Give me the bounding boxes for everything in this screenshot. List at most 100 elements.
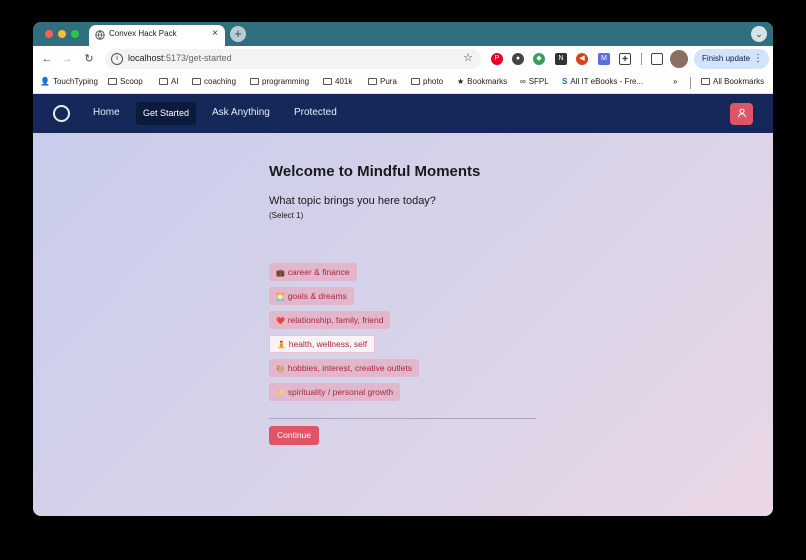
close-window-button[interactable] (45, 30, 53, 38)
topic-option-label: spirituality / personal growth (287, 387, 394, 397)
more-menu-icon[interactable]: ⋮ (753, 49, 763, 69)
app-navbar: Home Get Started Ask Anything Protected (33, 94, 773, 133)
topic-question: What topic brings you here today? (269, 195, 436, 207)
briefcase-icon: 💼 (276, 270, 285, 277)
address-bar[interactable]: i localhost:5173/get-started ☆ (105, 49, 481, 69)
folder-icon (411, 78, 420, 85)
new-tab-button[interactable]: + (230, 26, 246, 42)
green-extension-icon[interactable]: ◆ (533, 53, 545, 65)
topic-option-goals-dreams[interactable]: 🌅 goals & dreams (269, 287, 354, 305)
side-panel-icon[interactable] (651, 53, 663, 65)
folder-icon (250, 78, 259, 85)
bookmark-label: All Bookmarks (713, 77, 765, 86)
bookmark-item[interactable]: AI (159, 77, 179, 86)
bookmarks-bar: 👤 TouchTyping Scoop AI coaching programmi… (33, 72, 773, 94)
circle-extension-icon[interactable]: ● (512, 53, 524, 65)
folder-icon (323, 78, 332, 85)
s-logo-icon: S (562, 77, 568, 86)
sunrise-icon: 🌅 (276, 294, 285, 301)
user-icon (737, 109, 746, 118)
url-text[interactable]: localhost:5173/get-started (128, 53, 232, 63)
bookmark-star-icon[interactable]: ☆ (463, 51, 473, 64)
user-icon: 👤 (40, 77, 50, 86)
bookmark-item[interactable]: Pura (368, 77, 397, 86)
user-account-button[interactable] (730, 103, 753, 125)
nav-home[interactable]: Home (93, 107, 120, 118)
bookmark-label: photo (423, 77, 444, 86)
bookmark-label: AI (171, 77, 179, 86)
nav-protected[interactable]: Protected (294, 107, 337, 118)
finish-update-button[interactable]: Finish update ⋮ (694, 49, 769, 69)
toolbar-separator (641, 53, 642, 65)
browser-toolbar: ← → ↻ i localhost:5173/get-started ☆ P ●… (33, 46, 773, 72)
link-icon: ∞ (520, 77, 526, 86)
heart-icon: ❤️ (276, 318, 285, 325)
selection-hint: (Select 1) (269, 211, 304, 220)
reload-icon[interactable]: ↻ (81, 51, 97, 67)
bookmark-item[interactable]: 👤 TouchTyping (40, 77, 98, 86)
bookmark-item[interactable]: S All IT eBooks - Fre... (562, 77, 643, 86)
bookmark-item[interactable]: coaching (192, 77, 236, 86)
nav-ask-anything[interactable]: Ask Anything (212, 107, 270, 118)
bookmark-label: TouchTyping (52, 77, 98, 86)
url-path: :5173/get-started (163, 53, 232, 63)
bookmarks-overflow-icon[interactable]: » (673, 77, 677, 86)
topic-option-spirituality[interactable]: ✨ spirituality / personal growth (269, 383, 401, 401)
minimize-window-button[interactable] (58, 30, 66, 38)
star-icon: ★ (457, 77, 465, 86)
folder-icon (159, 78, 168, 85)
topic-option-label: relationship, family, friend (287, 315, 384, 325)
bookmark-label: SFPL (528, 77, 549, 86)
maximize-window-button[interactable] (71, 30, 79, 38)
forward-icon[interactable]: → (59, 51, 75, 67)
section-divider (269, 418, 536, 419)
topic-option-relationship[interactable]: ❤️ relationship, family, friend (269, 311, 391, 329)
topic-option-label: hobbies, interest, creative outlets (287, 363, 412, 373)
bookmark-label: Bookmarks (467, 77, 508, 86)
bookmark-label: coaching (204, 77, 237, 86)
megaphone-extension-icon[interactable]: ◀ (576, 53, 588, 65)
profile-avatar[interactable] (670, 50, 688, 68)
page-title: Welcome to Mindful Moments (269, 163, 481, 180)
bookmark-label: Scoop (120, 77, 143, 86)
pinterest-extension-icon[interactable]: P (491, 53, 503, 65)
tab-search-chevron-icon[interactable]: ⌄ (751, 26, 767, 42)
bookmark-item[interactable]: Scoop (108, 77, 143, 86)
app-logo-icon[interactable] (53, 105, 70, 122)
topic-option-hobbies[interactable]: 🎨 hobbies, interest, creative outlets (269, 359, 419, 377)
folder-icon (192, 78, 201, 85)
url-host: localhost (128, 53, 164, 63)
bookmark-item[interactable]: ∞ SFPL (520, 77, 549, 86)
bookmark-label: programming (262, 77, 310, 86)
notion-extension-icon[interactable]: N (555, 53, 567, 65)
topic-option-label: health, wellness, self (288, 339, 368, 349)
topic-option-label: career & finance (287, 267, 350, 277)
bookmarks-separator (690, 77, 691, 89)
continue-button[interactable]: Continue (269, 426, 319, 445)
back-icon[interactable]: ← (39, 51, 55, 67)
bookmark-item[interactable]: programming (250, 77, 309, 86)
tab-strip: Convex Hack Pack × + ⌄ (33, 22, 773, 46)
bookmark-item[interactable]: photo (411, 77, 443, 86)
browser-tab[interactable]: Convex Hack Pack × (89, 25, 225, 46)
finish-update-label: Finish update (702, 54, 751, 63)
palette-icon: 🎨 (276, 366, 285, 373)
bookmark-label: All IT eBooks - Fre... (570, 77, 644, 86)
browser-window: Convex Hack Pack × + ⌄ ← → ↻ i localhost… (33, 22, 773, 516)
sparkles-icon: ✨ (276, 390, 285, 397)
extensions-icon[interactable]: ✚ (619, 53, 631, 65)
site-info-icon[interactable]: i (111, 53, 123, 65)
topic-option-health-wellness[interactable]: 🧘 health, wellness, self (269, 335, 376, 353)
all-bookmarks-item[interactable]: All Bookmarks (701, 77, 764, 86)
bookmark-item[interactable]: 401k (323, 77, 352, 86)
tab-close-icon[interactable]: × (212, 28, 218, 39)
bookmark-item[interactable]: ★ Bookmarks (457, 77, 507, 86)
page-content: Welcome to Mindful Moments What topic br… (33, 133, 773, 516)
meditation-icon: 🧘 (277, 342, 286, 349)
globe-icon (95, 30, 105, 40)
folder-icon (701, 78, 710, 85)
nav-get-started[interactable]: Get Started (136, 102, 197, 125)
bookmark-label: 401k (335, 77, 353, 86)
topic-option-career-finance[interactable]: 💼 career & finance (269, 263, 357, 281)
blue-extension-icon[interactable]: M (598, 53, 610, 65)
